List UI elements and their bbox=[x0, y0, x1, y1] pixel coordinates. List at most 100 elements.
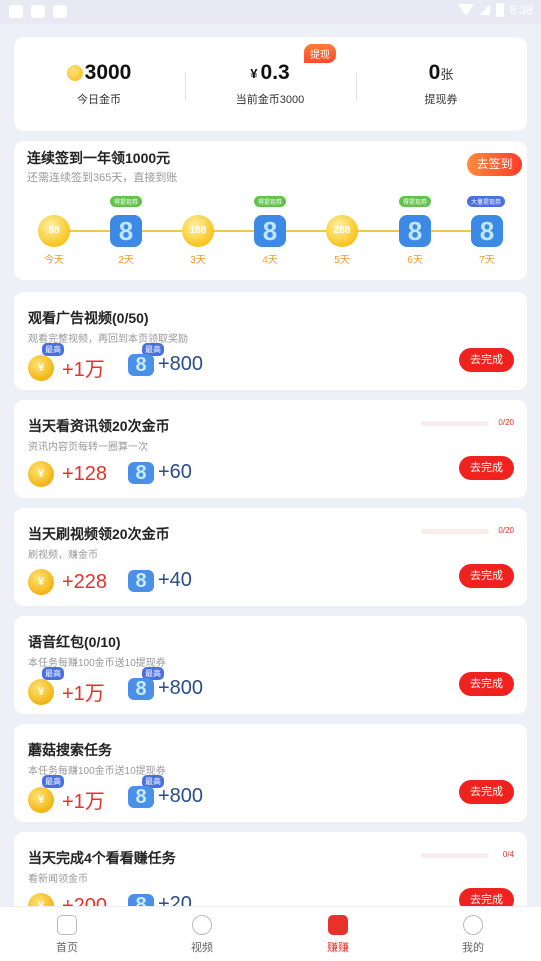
voucher-reward: 最高 +800 bbox=[128, 667, 204, 702]
task-progress-bar bbox=[421, 529, 489, 534]
voucher-amount: +60 bbox=[158, 461, 192, 483]
complete-button[interactable]: 去完成 bbox=[459, 780, 514, 804]
signin-day: 2天 bbox=[106, 213, 146, 266]
task-progress-bar bbox=[421, 853, 489, 858]
notification-icon bbox=[9, 5, 23, 18]
max-tag: 最高 bbox=[42, 667, 64, 680]
voucher-amount: +800 bbox=[158, 785, 204, 807]
coin-reward: 最高 ¥ +1万 bbox=[28, 343, 105, 382]
max-tag: 最高 bbox=[42, 775, 64, 788]
current-balance-stat[interactable]: ¥0.3 当前金币3000 bbox=[185, 61, 355, 107]
nav-label: 首页 bbox=[56, 942, 78, 954]
voucher-icon bbox=[399, 215, 431, 247]
home-icon bbox=[57, 915, 77, 935]
task-title: 语音红包(0/10) bbox=[28, 634, 121, 650]
voucher-icon bbox=[471, 215, 503, 247]
wifi-icon bbox=[457, 4, 474, 16]
nav-home[interactable]: 首页 bbox=[37, 915, 97, 955]
day-label: 今天 bbox=[44, 255, 64, 266]
voucher-icon bbox=[128, 568, 154, 594]
nav-video[interactable]: 视频 bbox=[172, 915, 232, 955]
coin-amount: +1万 bbox=[62, 359, 105, 381]
task-progress-bar bbox=[421, 421, 489, 426]
bottom-nav: 首页 视频 赚赚 我的 bbox=[0, 906, 541, 961]
coin-amount: +228 bbox=[62, 570, 108, 593]
nav-label: 我的 bbox=[462, 942, 484, 954]
vouchers-unit: 张 bbox=[440, 66, 454, 82]
voucher-amount: +800 bbox=[158, 353, 204, 375]
signal-icon bbox=[479, 5, 490, 15]
coin-icon: ¥ bbox=[28, 354, 54, 381]
profile-icon bbox=[463, 915, 483, 935]
complete-button[interactable]: 去完成 bbox=[459, 672, 514, 696]
task-title: 蘑菇搜索任务 bbox=[28, 742, 112, 758]
coin-icon: 288 bbox=[326, 215, 358, 247]
stats-card: 3000 今日金币 提现 ¥0.3 当前金币3000 0张 提现券 bbox=[14, 37, 527, 131]
nav-label: 赚赚 bbox=[327, 942, 349, 954]
task-progress-text: 0/20 bbox=[498, 418, 514, 427]
signin-day: 88 今天 bbox=[34, 213, 74, 266]
day-label: 4天 bbox=[262, 255, 278, 266]
nav-mine[interactable]: 我的 bbox=[443, 915, 503, 955]
task-desc: 看新闻领金币 bbox=[28, 874, 88, 885]
task-desc: 刷视频，赚金币 bbox=[28, 550, 98, 561]
coin-amount: +1万 bbox=[62, 683, 105, 705]
complete-button[interactable]: 去完成 bbox=[459, 564, 514, 588]
task-card: 语音红包(0/10) 本任务每赚100金币送10提现券 最高 ¥ +1万 最高 … bbox=[14, 616, 527, 714]
signin-day: 6天 bbox=[395, 213, 435, 266]
voucher-reward: 最高 +800 bbox=[128, 343, 204, 378]
signin-subtitle: 还需连续签到365天，直接到账 bbox=[27, 172, 178, 184]
coin-icon: ¥ bbox=[28, 569, 54, 595]
vouchers-value: 0 bbox=[428, 61, 441, 84]
task-title: 当天完成4个看看赚任务 bbox=[28, 850, 176, 866]
coins-today-stat[interactable]: 3000 今日金币 bbox=[14, 61, 184, 107]
voucher-amount: +800 bbox=[158, 677, 204, 699]
day-tag: 得提现券 bbox=[399, 196, 432, 207]
day-label: 3天 bbox=[190, 255, 206, 266]
complete-button[interactable]: 去完成 bbox=[459, 456, 514, 480]
voucher-reward: 最高 +800 bbox=[128, 775, 204, 810]
coin-amount: +1万 bbox=[62, 791, 105, 813]
coin-reward: ¥ +128 bbox=[28, 461, 107, 487]
current-balance-value: 0.3 bbox=[260, 61, 290, 84]
earn-icon bbox=[328, 915, 348, 935]
task-card: 蘑菇搜索任务 本任务每赚100金币送10提现券 最高 ¥ +1万 最高 +800… bbox=[14, 724, 527, 822]
status-time: 8:38 bbox=[509, 3, 533, 17]
day-tag: 得提现券 bbox=[110, 196, 143, 207]
voucher-amount: +40 bbox=[158, 569, 192, 591]
vouchers-stat[interactable]: 0张 提现券 bbox=[356, 61, 526, 107]
task-progress-text: 0/20 bbox=[498, 526, 514, 535]
coin-reward: 最高 ¥ +1万 bbox=[28, 667, 105, 706]
coin-reward: 最高 ¥ +1万 bbox=[28, 775, 105, 814]
day-label: 7天 bbox=[479, 255, 495, 266]
video-icon bbox=[192, 915, 212, 935]
signin-button[interactable]: 去签到 bbox=[467, 153, 522, 176]
signin-title: 连续签到一年领1000元 bbox=[27, 150, 171, 166]
nav-earn[interactable]: 赚赚 bbox=[308, 915, 368, 955]
day-label: 2天 bbox=[118, 255, 134, 266]
signin-day: 4天 bbox=[250, 213, 290, 266]
voucher-icon bbox=[128, 784, 154, 810]
coin-amount: +128 bbox=[62, 462, 108, 485]
vouchers-label: 提现券 bbox=[424, 94, 458, 106]
coin-icon: ¥ bbox=[28, 786, 54, 813]
voucher-reward: +60 bbox=[128, 460, 192, 486]
notification-icon bbox=[53, 5, 67, 18]
yen-symbol: ¥ bbox=[250, 65, 258, 81]
coin-icon: ¥ bbox=[28, 461, 54, 487]
voucher-icon bbox=[128, 460, 154, 486]
task-title: 当天刷视频领20次金币 bbox=[28, 526, 170, 542]
coin-reward: ¥ +228 bbox=[28, 569, 107, 595]
max-tag: 最高 bbox=[42, 343, 64, 356]
day-label: 5天 bbox=[334, 255, 350, 266]
task-desc: 资讯内容页每转一圈算一次 bbox=[28, 442, 148, 453]
signin-card: 连续签到一年领1000元 还需连续签到365天，直接到账 去签到 88 今天 得… bbox=[14, 141, 527, 280]
day-label: 6天 bbox=[407, 255, 423, 266]
signin-day: 188 3天 bbox=[178, 213, 218, 266]
coins-today-value: 3000 bbox=[84, 61, 132, 84]
day-tag: 大量提现券 bbox=[467, 196, 506, 207]
signin-day: 7天 bbox=[467, 213, 507, 266]
task-title: 观看广告视频(0/50) bbox=[28, 310, 149, 326]
coins-today-label: 今日金币 bbox=[77, 94, 121, 106]
complete-button[interactable]: 去完成 bbox=[459, 348, 514, 372]
